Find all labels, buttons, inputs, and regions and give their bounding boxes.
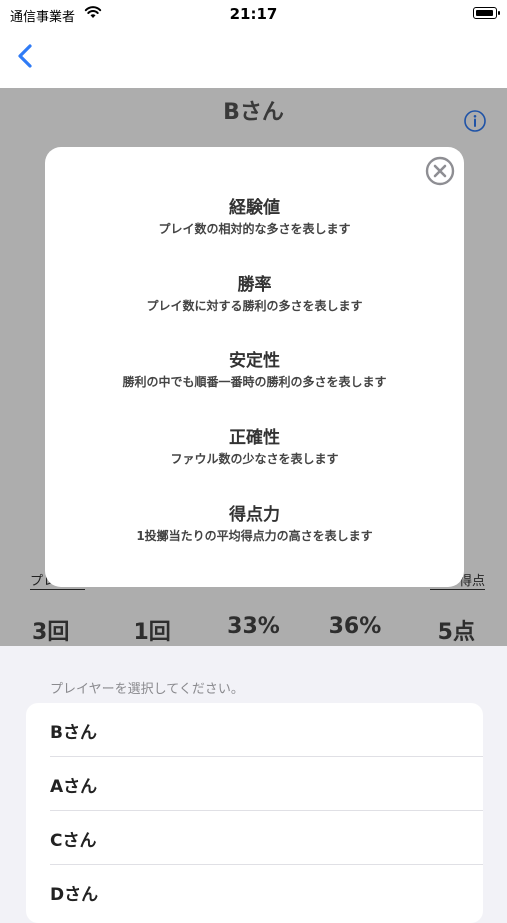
metric-description: プレイ数に対する勝利の多さを表します — [146, 299, 363, 313]
player-list-item-label: Dさん — [50, 885, 99, 905]
player-list-item-label: Aさん — [50, 777, 98, 797]
status-bar: 通信事業者 21:17 — [0, 0, 507, 30]
battery-icon — [473, 7, 500, 19]
player-list-item[interactable]: Bさん — [26, 703, 483, 756]
nav-bar — [0, 30, 507, 88]
clock: 21:17 — [229, 5, 278, 23]
metric-title: 勝率 — [237, 275, 272, 295]
metric-title: 得点力 — [229, 505, 280, 525]
player-list-item-label: Bさん — [50, 723, 97, 743]
metric-stability: 安定性 勝利の中でも順番一番時の勝利の多さを表します — [45, 350, 464, 390]
metric-description: 勝利の中でも順番一番時の勝利の多さを表します — [122, 375, 387, 389]
metric-title: 安定性 — [229, 351, 280, 371]
metric-description: 1投擲当たりの平均得点力の高さを表します — [136, 529, 373, 543]
metric-title: 経験値 — [229, 198, 280, 218]
metric-scoring: 得点力 1投擲当たりの平均得点力の高さを表します — [45, 504, 464, 544]
metric-description: プレイ数の相対的な多さを表します — [158, 222, 351, 236]
metric-accuracy: 正確性 ファウル数の少なさを表します — [45, 427, 464, 467]
metric-experience: 経験値 プレイ数の相対的な多さを表します — [45, 197, 464, 237]
back-chevron-icon[interactable] — [12, 38, 42, 74]
player-list-item[interactable]: Aさん — [26, 757, 483, 810]
player-list: Bさん Aさん Cさん Dさん — [26, 703, 483, 923]
metrics-info-modal: 経験値 プレイ数の相対的な多さを表します 勝率 プレイ数に対する勝利の多さを表し… — [45, 147, 464, 587]
player-list-item[interactable]: Dさん — [26, 865, 483, 918]
player-list-item-label: Cさん — [50, 831, 97, 851]
metric-title: 正確性 — [229, 428, 280, 448]
player-select-prompt: プレイヤーを選択してください。 — [50, 682, 244, 697]
player-list-item[interactable]: Cさん — [26, 811, 483, 864]
metric-description: ファウル数の少なさを表します — [170, 452, 339, 466]
close-icon[interactable] — [424, 155, 456, 187]
metric-win-rate: 勝率 プレイ数に対する勝利の多さを表します — [45, 274, 464, 314]
